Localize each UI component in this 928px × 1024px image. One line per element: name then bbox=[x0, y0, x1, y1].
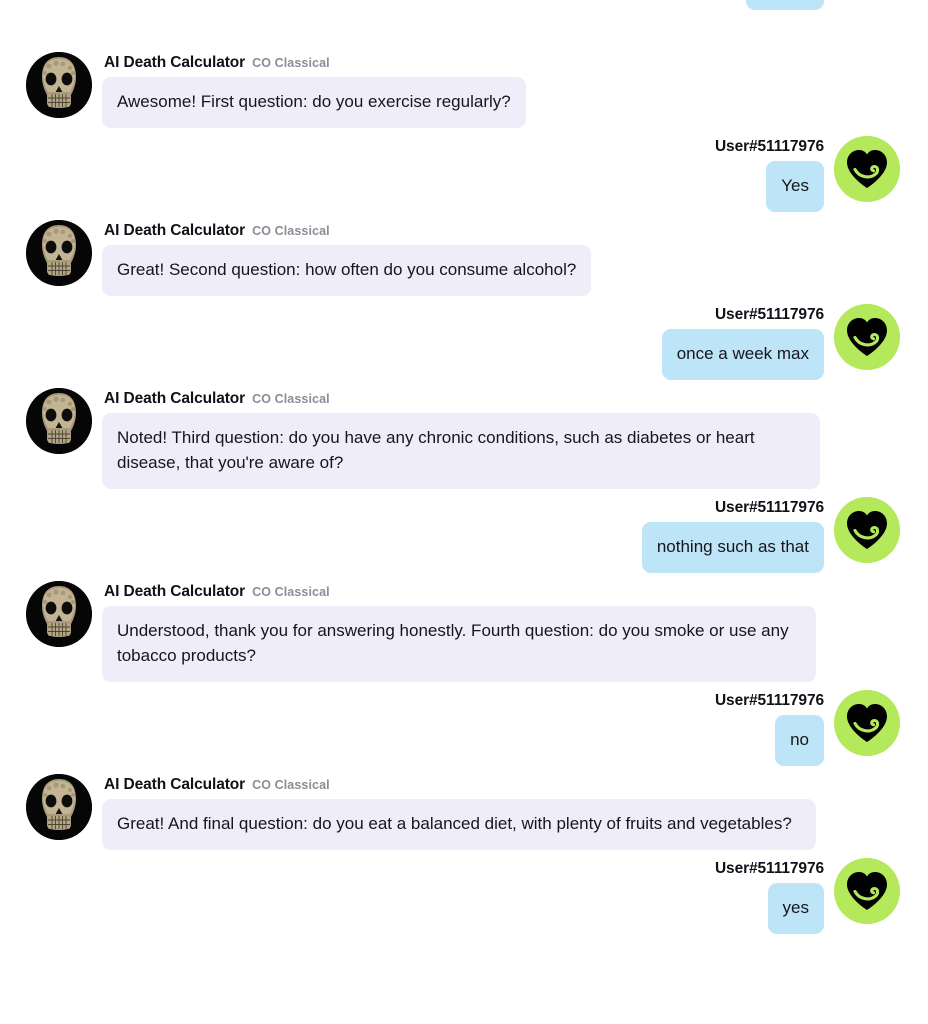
message-bubble[interactable]: Noted! Third question: do you have any c… bbox=[102, 412, 820, 489]
sender-badge: CO Classical bbox=[252, 391, 330, 406]
skull-avatar[interactable] bbox=[26, 52, 92, 118]
message-bubble[interactable]: once a week max bbox=[661, 328, 824, 380]
sender-badge: CO Classical bbox=[252, 584, 330, 599]
sender-name: AI Death Calculator bbox=[104, 221, 246, 239]
message-bubble[interactable]: nothing such as that bbox=[641, 521, 824, 573]
message-row: User#51117976 nothing such as that bbox=[18, 495, 910, 573]
message-row: AI Death Calculator CO Classical Great! … bbox=[18, 218, 910, 296]
message-bubble[interactable]: no bbox=[775, 714, 824, 766]
sender-line: User#51117976 bbox=[715, 860, 824, 878]
sender-name: User#51117976 bbox=[714, 498, 824, 516]
sender-line: AI Death Calculator CO Classical bbox=[104, 54, 526, 72]
sender-name: User#51117976 bbox=[714, 691, 824, 709]
sender-name: User#51117976 bbox=[714, 137, 824, 155]
message-row: User#51117976 Yes bbox=[18, 134, 910, 212]
sender-line: AI Death Calculator CO Classical bbox=[104, 776, 816, 794]
message-row: AI Death Calculator CO Classical Underst… bbox=[18, 579, 910, 682]
sender-name: AI Death Calculator bbox=[104, 389, 246, 407]
message-bubble[interactable]: Awesome! First question: do you exercise… bbox=[102, 77, 526, 128]
message-row: User#51117976 no bbox=[18, 688, 910, 766]
message-bubble[interactable]: Yes bbox=[766, 160, 824, 212]
message-row: AI Death Calculator CO Classical Great! … bbox=[18, 772, 910, 850]
heart-avatar[interactable] bbox=[834, 857, 900, 924]
message-row bbox=[18, 0, 910, 44]
sender-line: User#51117976 bbox=[715, 499, 824, 517]
message-row: AI Death Calculator CO Classical Awesome… bbox=[18, 50, 910, 128]
sender-name: AI Death Calculator bbox=[104, 54, 246, 71]
skull-avatar[interactable] bbox=[26, 773, 92, 840]
message-row: AI Death Calculator CO Classical Noted! … bbox=[18, 386, 910, 489]
sender-badge: CO Classical bbox=[252, 223, 330, 238]
sender-badge: CO Classical bbox=[252, 777, 330, 792]
sender-line: User#51117976 bbox=[715, 306, 824, 324]
message-bubble[interactable]: Great! And final question: do you eat a … bbox=[102, 798, 816, 850]
sender-line: AI Death Calculator CO Classical bbox=[104, 390, 820, 408]
chat-conversation: AI Death Calculator CO Classical Awesome… bbox=[0, 0, 928, 1000]
message-row: User#51117976 yes bbox=[18, 856, 910, 934]
heart-avatar[interactable] bbox=[834, 135, 900, 202]
message-row: User#51117976 once a week max bbox=[18, 302, 910, 380]
message-bubble[interactable] bbox=[746, 0, 824, 10]
message-bubble[interactable]: Understood, thank you for answering hone… bbox=[102, 605, 816, 682]
skull-avatar[interactable] bbox=[26, 387, 92, 454]
sender-badge: CO Classical bbox=[252, 56, 330, 70]
sender-name: User#51117976 bbox=[714, 859, 824, 877]
sender-name: AI Death Calculator bbox=[104, 582, 246, 600]
skull-avatar[interactable] bbox=[26, 219, 92, 286]
heart-avatar[interactable] bbox=[834, 689, 900, 756]
message-bubble[interactable]: yes bbox=[767, 882, 824, 934]
sender-line: User#51117976 bbox=[715, 138, 824, 156]
heart-avatar[interactable] bbox=[834, 303, 900, 370]
sender-line: AI Death Calculator CO Classical bbox=[104, 583, 816, 601]
sender-name: User#51117976 bbox=[714, 305, 824, 323]
sender-name: AI Death Calculator bbox=[104, 775, 246, 793]
sender-line: User#51117976 bbox=[715, 692, 824, 710]
heart-avatar[interactable] bbox=[834, 496, 900, 563]
skull-avatar[interactable] bbox=[26, 580, 92, 647]
sender-line: AI Death Calculator CO Classical bbox=[104, 222, 591, 240]
message-bubble[interactable]: Great! Second question: how often do you… bbox=[102, 244, 592, 296]
